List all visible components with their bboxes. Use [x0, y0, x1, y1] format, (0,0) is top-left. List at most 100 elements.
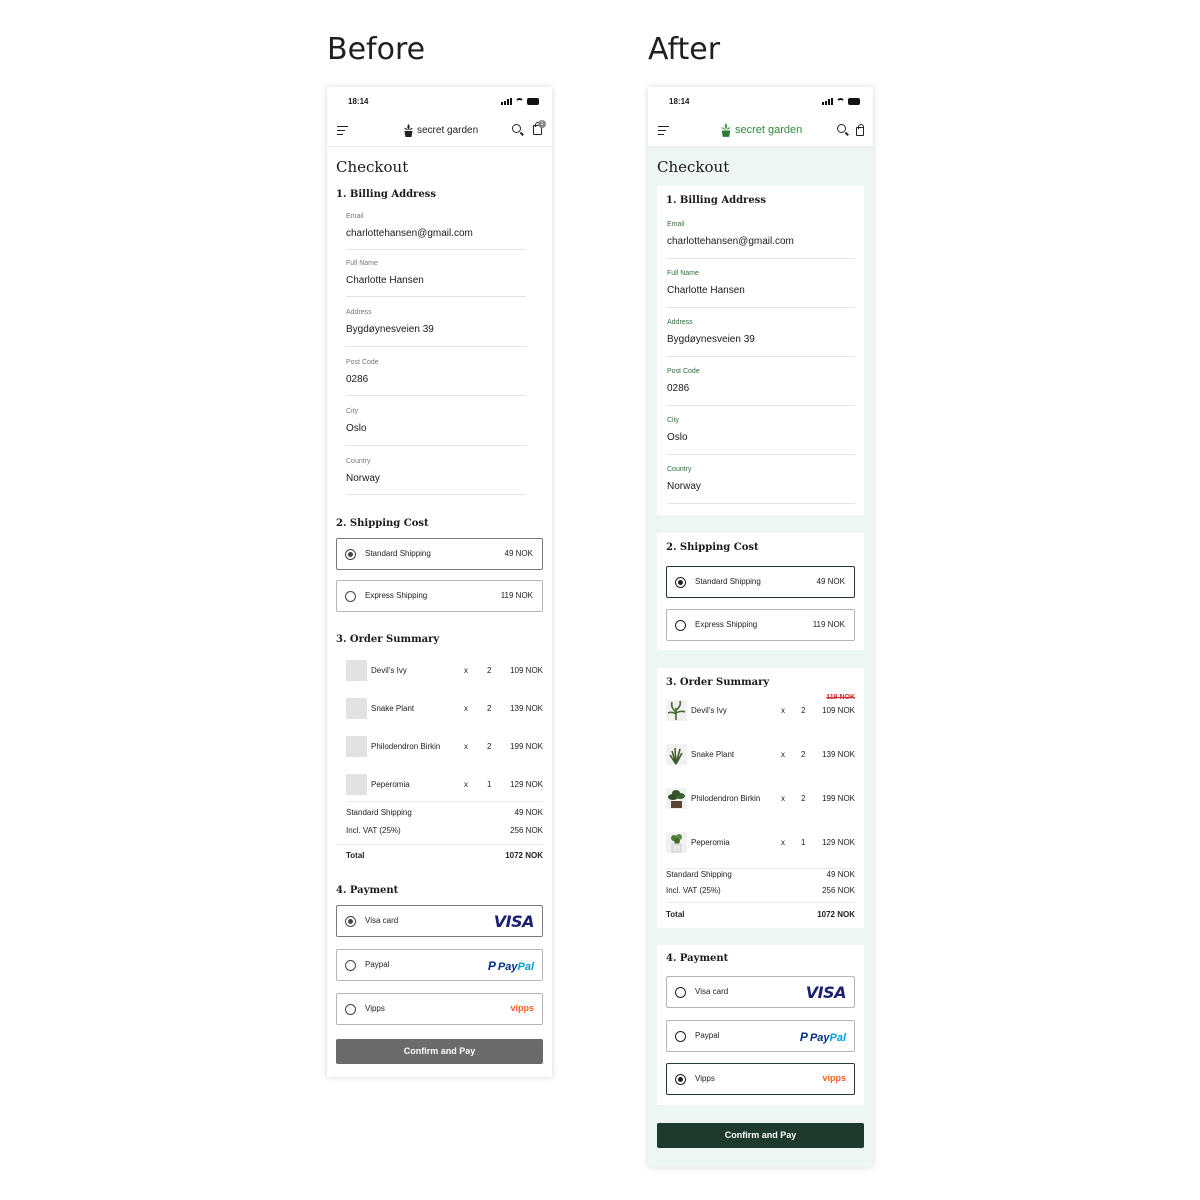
confirm-pay-button[interactable]: Confirm and Pay	[657, 1123, 864, 1148]
list-item: Snake Plant x 2 139 NOK	[346, 698, 543, 720]
field-divider	[346, 494, 526, 495]
payment-option-paypal[interactable]: Paypal P PayPal	[666, 1020, 855, 1052]
wifi-icon	[515, 98, 524, 105]
country-field[interactable]: Norway	[346, 473, 380, 484]
option-label: Vipps	[365, 1004, 385, 1013]
email-field[interactable]: charlottehansen@gmail.com	[667, 236, 794, 247]
payment-option-visa[interactable]: Visa card VISA	[666, 976, 855, 1008]
summary-total-value: 1072 NOK	[817, 910, 855, 919]
summary-divider	[666, 902, 855, 903]
country-field[interactable]: Norway	[667, 481, 701, 492]
radio-selected[interactable]	[675, 577, 686, 588]
item-multiplier: x	[781, 838, 785, 847]
payment-option-visa[interactable]: Visa card VISA	[336, 905, 543, 937]
field-divider	[667, 405, 855, 406]
option-label: Standard Shipping	[365, 549, 431, 558]
item-qty: 2	[801, 706, 806, 715]
postcode-label: Post Code	[346, 359, 379, 366]
payment-option-vipps[interactable]: Vipps vipps	[336, 993, 543, 1025]
fullname-field[interactable]: Charlotte Hansen	[346, 275, 424, 286]
option-price: 49 NOK	[504, 549, 533, 558]
radio-unselected[interactable]	[675, 987, 686, 998]
status-time: 18:14	[669, 97, 690, 106]
email-field[interactable]: charlottehansen@gmail.com	[346, 228, 473, 239]
item-price: 199 NOK	[510, 742, 543, 751]
nav-bar: secret garden	[648, 115, 873, 147]
city-field[interactable]: Oslo	[346, 423, 367, 434]
option-price: 119 NOK	[500, 591, 533, 600]
item-multiplier: x	[464, 666, 468, 675]
cart-count-badge: 1	[538, 120, 546, 128]
shipping-option-standard[interactable]: Standard Shipping 49 NOK	[666, 566, 855, 598]
option-label: Paypal	[695, 1031, 720, 1040]
item-multiplier: x	[781, 706, 785, 715]
product-thumbnail	[346, 660, 367, 681]
hamburger-icon[interactable]	[337, 126, 348, 138]
option-price: 49 NOK	[816, 577, 845, 586]
brand-logo[interactable]: secret garden	[720, 122, 802, 138]
item-price: 129 NOK	[510, 780, 543, 789]
summary-divider	[666, 868, 855, 869]
radio-unselected[interactable]	[675, 1031, 686, 1042]
confirm-pay-button[interactable]: Confirm and Pay	[336, 1039, 543, 1064]
item-qty: 2	[801, 750, 806, 759]
fullname-field[interactable]: Charlotte Hansen	[667, 285, 745, 296]
shipping-option-express[interactable]: Express Shipping 119 NOK	[336, 580, 543, 612]
field-divider	[667, 356, 855, 357]
option-price: 119 NOK	[812, 620, 845, 629]
city-field[interactable]: Oslo	[667, 432, 688, 443]
radio-unselected[interactable]	[675, 620, 686, 631]
billing-title: 1. Billing Address	[336, 189, 436, 200]
item-multiplier: x	[781, 794, 785, 803]
postcode-field[interactable]: 0286	[667, 383, 689, 394]
item-price: 139 NOK	[822, 750, 855, 759]
product-thumbnail	[666, 744, 687, 765]
address-field[interactable]: Bygdøynesveien 39	[667, 334, 755, 345]
summary-vat-label: Incl. VAT (25%)	[346, 826, 401, 835]
summary-shipping-label: Standard Shipping	[666, 870, 732, 879]
summary-divider	[346, 801, 543, 802]
radio-selected[interactable]	[345, 916, 356, 927]
fullname-label: Full Name	[667, 270, 699, 277]
shipping-option-standard[interactable]: Standard Shipping 49 NOK	[336, 538, 543, 570]
item-qty: 2	[487, 742, 492, 751]
shipping-option-express[interactable]: Express Shipping 119 NOK	[666, 609, 855, 641]
hamburger-icon[interactable]	[658, 126, 669, 138]
radio-unselected[interactable]	[345, 591, 356, 602]
brand-name: secret garden	[417, 125, 479, 136]
list-item: Peperomia x 1 129 NOK	[666, 832, 855, 854]
postcode-field[interactable]: 0286	[346, 374, 368, 385]
plant-pot-icon	[721, 123, 731, 137]
search-icon[interactable]	[837, 124, 846, 133]
summary-title: 3. Order Summary	[336, 634, 440, 645]
product-thumbnail	[346, 698, 367, 719]
radio-unselected[interactable]	[345, 1004, 356, 1015]
status-bar: 18:14	[648, 87, 873, 115]
summary-divider	[336, 844, 543, 845]
item-name: Peperomia	[691, 838, 730, 847]
search-icon[interactable]	[512, 124, 521, 133]
plant-pot-icon	[404, 124, 413, 137]
item-price: 109 NOK	[510, 666, 543, 675]
payment-option-paypal[interactable]: Paypal P PayPal	[336, 949, 543, 981]
item-price: 139 NOK	[510, 704, 543, 713]
bag-icon[interactable]	[856, 124, 864, 136]
payment-option-vipps[interactable]: Vipps vipps	[666, 1063, 855, 1095]
product-thumbnail	[666, 832, 687, 853]
item-name: Snake Plant	[371, 704, 415, 713]
field-divider	[667, 454, 855, 455]
item-qty: 1	[801, 838, 806, 847]
radio-selected[interactable]	[345, 549, 356, 560]
radio-selected[interactable]	[675, 1074, 686, 1085]
country-label: Country	[346, 458, 371, 465]
radio-unselected[interactable]	[345, 960, 356, 971]
field-divider	[346, 296, 526, 297]
product-thumbnail	[666, 700, 687, 721]
address-field[interactable]: Bygdøynesveien 39	[346, 324, 434, 335]
brand-logo[interactable]: secret garden	[403, 123, 478, 138]
field-divider	[346, 395, 526, 396]
item-name: Peperomia	[371, 780, 410, 789]
item-multiplier: x	[781, 750, 785, 759]
item-qty: 2	[487, 704, 492, 713]
battery-icon	[848, 98, 860, 105]
